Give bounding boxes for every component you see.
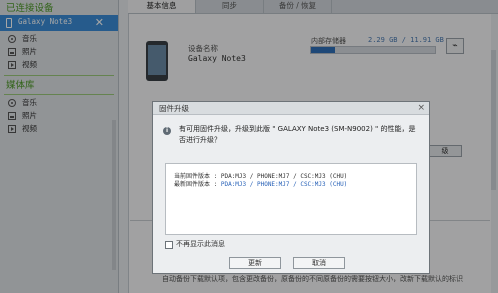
info-icon: i xyxy=(163,127,171,135)
dont-show-again-label[interactable]: 不再显示此消息 xyxy=(176,239,225,249)
update-button[interactable]: 更新 xyxy=(229,257,281,269)
dialog-title: 固件升级 × xyxy=(153,102,429,115)
dialog-title-text: 固件升级 xyxy=(159,104,189,113)
firmware-upgrade-dialog: 固件升级 × i 有可用固件升级，升级到此版 " GALAXY Note3 (S… xyxy=(152,101,430,274)
latest-firmware-label: 最新固件版本 xyxy=(174,181,211,188)
dialog-message: 有可用固件升级，升级到此版 " GALAXY Note3 (SM-N9002) … xyxy=(179,125,416,144)
close-icon[interactable]: × xyxy=(417,102,425,115)
dont-show-again-checkbox[interactable] xyxy=(165,241,173,249)
latest-firmware-line: 最新固件版本 : PDA:MJ3 / PHONE:MJ7 / CSC:MJ3 (… xyxy=(174,181,348,188)
latest-firmware-value: PDA:MJ3 / PHONE:MJ7 / CSC:MJ3 (CHU) xyxy=(220,181,348,188)
firmware-version-box: 当前固件版本 : PDA:MJ3 / PHONE:MJ7 / CSC:MJ3 (… xyxy=(165,163,417,235)
cancel-button[interactable]: 取消 xyxy=(293,257,345,269)
